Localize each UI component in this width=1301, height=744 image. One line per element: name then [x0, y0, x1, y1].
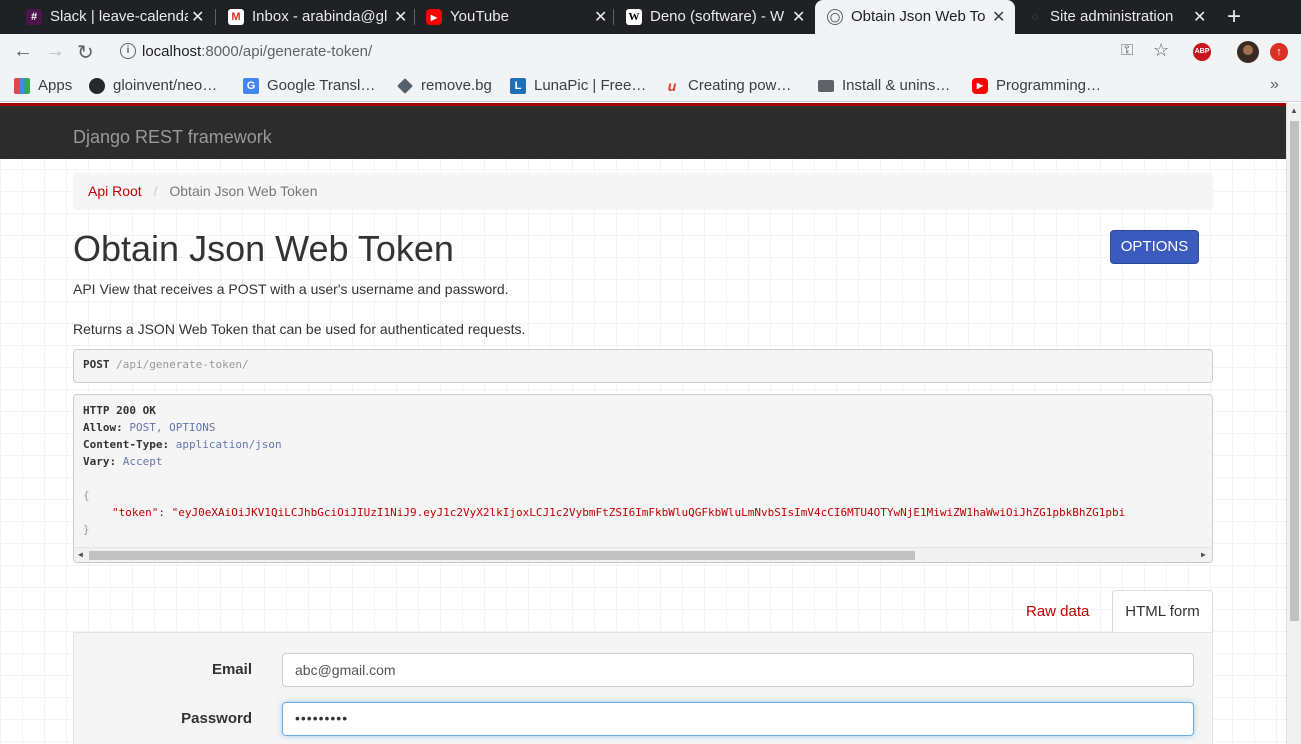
response-header-content-type: Content-Type: application/json: [83, 438, 282, 451]
response-header-allow: Allow: POST, OPTIONS: [83, 421, 216, 434]
scroll-right-icon[interactable]: ▶: [1201, 550, 1206, 559]
horizontal-scrollbar[interactable]: ◀ ▶: [74, 547, 1212, 562]
breadcrumb-current: Obtain Json Web Token: [169, 183, 318, 199]
email-label: Email: [211, 661, 252, 678]
tab-strip: # Slack | leave-calenda ✕ M Inbox - arab…: [0, 0, 1301, 34]
key-icon[interactable]: ⚿: [1121, 42, 1133, 60]
globe-icon: ◯: [827, 9, 843, 25]
tab-title: Inbox - arabinda@gl: [252, 8, 387, 25]
youtube-icon: ▶: [972, 77, 988, 94]
scroll-up-icon[interactable]: ▲: [1290, 106, 1298, 115]
bookmark-creating[interactable]: u Creating pow…: [664, 77, 792, 94]
tab-title: Deno (software) - W: [650, 8, 785, 25]
description-line-1: API View that receives a POST with a use…: [73, 281, 509, 297]
new-tab-button[interactable]: +: [1227, 3, 1241, 31]
bookmarks-bar: Apps gloinvent/neo… G Google Transl… rem…: [0, 70, 1301, 102]
tab-deno[interactable]: W Deno (software) - W ✕: [600, 0, 814, 34]
request-method: POST: [83, 358, 110, 371]
response-header-vary: Vary: Accept: [83, 455, 163, 468]
chevron-right-icon[interactable]: »: [1270, 76, 1279, 94]
medium-icon: u: [667, 77, 677, 94]
reload-icon[interactable]: ↻: [77, 40, 94, 65]
breadcrumb-separator: /: [153, 183, 158, 199]
avatar[interactable]: [1237, 41, 1259, 63]
gmail-icon: M: [228, 9, 244, 25]
bookmark-apps[interactable]: Apps: [14, 77, 72, 94]
url-text: localhost:8000/api/generate-token/: [142, 43, 373, 60]
info-icon[interactable]: i: [120, 43, 136, 59]
page-title: Obtain Json Web Token: [73, 228, 454, 269]
tab-raw-data[interactable]: Raw data: [1026, 603, 1089, 620]
bookmark-programming[interactable]: ▶ Programming…: [972, 77, 1101, 94]
adblock-icon[interactable]: ABP: [1193, 43, 1211, 61]
request-path: /api/generate-token/: [109, 358, 249, 371]
github-icon: [89, 77, 105, 94]
breadcrumb: Api Root / Obtain Json Web Token: [73, 173, 1213, 210]
json-close-brace: }: [83, 523, 90, 536]
request-info: POST /api/generate-token/: [73, 349, 1213, 383]
tab-title: Obtain Json Web To: [851, 8, 986, 25]
response-info: HTTP 200 OK Allow: POST, OPTIONS Content…: [73, 394, 1213, 563]
address-bar[interactable]: i localhost:8000/api/generate-token/: [110, 37, 1180, 67]
tab-obtain-token[interactable]: ◯ Obtain Json Web To ✕: [815, 0, 1015, 34]
youtube-icon: ▶: [426, 9, 442, 25]
password-label: Password: [181, 710, 252, 727]
forward-icon[interactable]: →: [45, 40, 65, 63]
tab-html-form[interactable]: HTML form: [1112, 590, 1213, 633]
description-line-2: Returns a JSON Web Token that can be use…: [73, 321, 526, 337]
scroll-left-icon[interactable]: ◀: [78, 550, 83, 559]
bookmark-removebg[interactable]: remove.bg: [397, 77, 492, 94]
folder-icon: [818, 79, 834, 92]
tab-title: Site administration: [1050, 8, 1174, 25]
removebg-icon: [397, 77, 413, 94]
tab-title: Slack | leave-calenda: [50, 8, 188, 25]
navbar: Django REST framework: [0, 106, 1286, 159]
tab-youtube[interactable]: ▶ YouTube ✕: [400, 0, 614, 34]
bookmark-install[interactable]: Install & unins…: [818, 77, 950, 94]
bookmark-google-translate[interactable]: G Google Transl…: [243, 77, 375, 94]
slack-icon: #: [26, 9, 42, 25]
wikipedia-icon: W: [626, 9, 642, 25]
tab-gmail[interactable]: M Inbox - arabinda@gl ✕: [202, 0, 416, 34]
page-viewport: Django REST framework Api Root / Obtain …: [0, 103, 1286, 744]
bookmark-github[interactable]: gloinvent/neo…: [89, 77, 217, 94]
vertical-scrollbar[interactable]: ▲: [1286, 103, 1301, 744]
html-form: Email Password •••••••••: [73, 632, 1213, 744]
tab-site-admin[interactable]: ◌ Site administration ✕: [1015, 0, 1215, 34]
close-icon[interactable]: ✕: [1193, 7, 1206, 27]
google-translate-icon: G: [243, 77, 259, 94]
bookmark-lunapic[interactable]: L LunaPic | Free…: [510, 77, 646, 94]
password-field[interactable]: •••••••••: [282, 702, 1194, 736]
back-icon[interactable]: ←: [13, 40, 33, 63]
scrollbar-thumb[interactable]: [1290, 121, 1299, 621]
update-icon[interactable]: ↑: [1270, 43, 1288, 61]
email-field[interactable]: [282, 653, 1194, 687]
django-icon: ◌: [1031, 11, 1039, 23]
tab-slack[interactable]: # Slack | leave-calenda ✕: [0, 0, 214, 34]
tab-title: YouTube: [450, 8, 509, 25]
star-icon[interactable]: ☆: [1153, 40, 1169, 61]
lunapic-icon: L: [510, 77, 526, 94]
close-icon[interactable]: ✕: [992, 7, 1005, 27]
response-status: HTTP 200 OK: [83, 404, 156, 417]
scrollbar-thumb[interactable]: [89, 551, 915, 560]
browser-toolbar: ← → ↻ i localhost:8000/api/generate-toke…: [0, 34, 1301, 70]
options-button[interactable]: OPTIONS: [1110, 230, 1199, 264]
close-icon[interactable]: ✕: [792, 7, 805, 27]
navbar-brand[interactable]: Django REST framework: [73, 127, 272, 148]
json-token-line: "token": "eyJ0eXAiOiJKV1QiLCJhbGciOiJIUz…: [112, 506, 1126, 519]
json-open-brace: {: [83, 489, 90, 502]
breadcrumb-api-root[interactable]: Api Root: [88, 183, 142, 199]
apps-grid-icon: [14, 77, 30, 94]
